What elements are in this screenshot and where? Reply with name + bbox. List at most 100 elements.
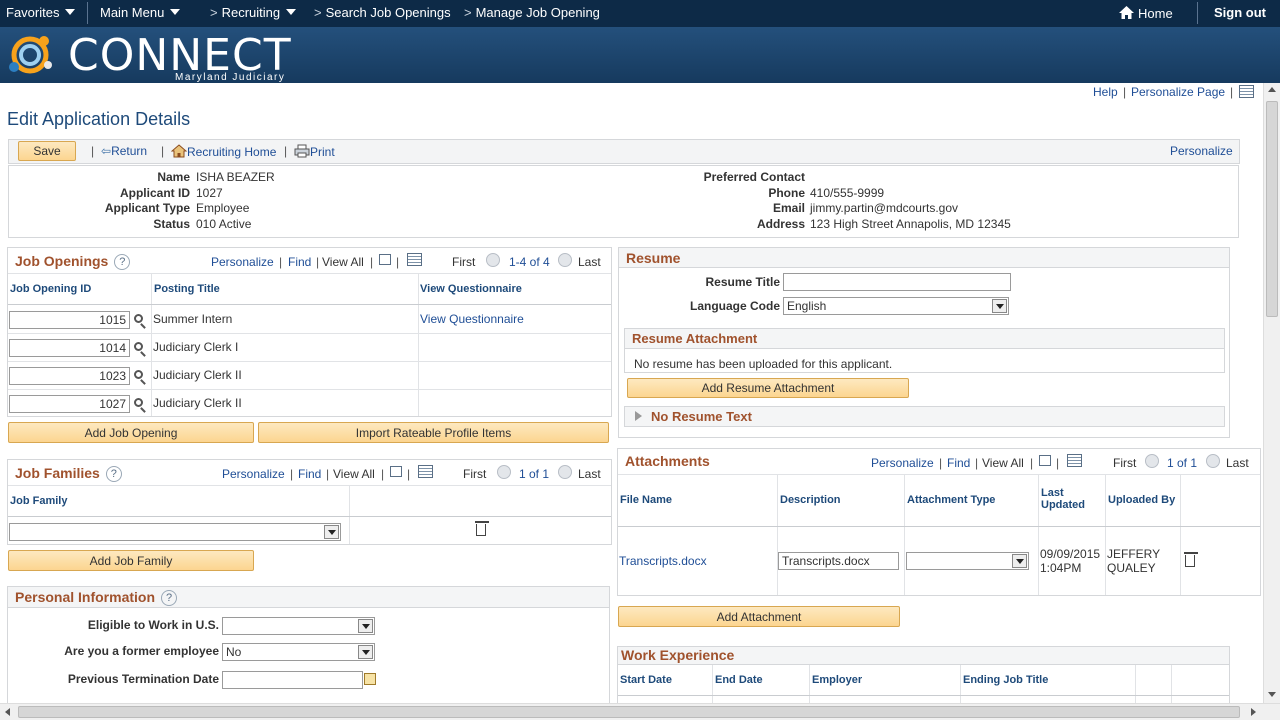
lookup-icon[interactable] xyxy=(134,314,143,323)
lookup-icon[interactable] xyxy=(134,370,143,379)
language-code-select[interactable]: English xyxy=(783,297,1009,315)
scroll-right-arrow-icon[interactable] xyxy=(1251,708,1256,716)
vertical-scroll-thumb[interactable] xyxy=(1266,101,1278,317)
help-icon[interactable]: ? xyxy=(105,466,122,482)
view-all-link[interactable]: View All xyxy=(322,255,364,269)
email-label: Email xyxy=(772,201,805,215)
termination-date-input[interactable] xyxy=(222,671,363,689)
breadcrumb-manage-job-opening[interactable]: > Manage Job Opening xyxy=(460,5,600,20)
main-menu[interactable]: Main Menu xyxy=(100,5,181,20)
breadcrumb-search-job-openings[interactable]: > Search Job Openings xyxy=(310,5,451,20)
download-grid-icon[interactable] xyxy=(407,253,422,266)
print-link[interactable]: Print xyxy=(294,144,335,159)
former-employee-label: Are you a former employee xyxy=(64,644,219,658)
job-opening-id-input[interactable]: 1027 xyxy=(9,395,130,413)
last-link[interactable]: Last xyxy=(578,255,601,269)
former-employee-select[interactable]: No xyxy=(222,643,375,661)
find-link[interactable]: Find xyxy=(288,255,311,269)
scroll-up-arrow-icon[interactable] xyxy=(1268,87,1276,92)
lookup-icon[interactable] xyxy=(134,342,143,351)
zoom-icon[interactable] xyxy=(379,254,391,265)
job-opening-id-input[interactable]: 1015 xyxy=(9,311,130,329)
personalize-link[interactable]: Personalize xyxy=(211,255,274,269)
breadcrumb-recruiting[interactable]: > Recruiting xyxy=(206,5,297,20)
scroll-left-arrow-icon[interactable] xyxy=(5,708,10,716)
separator: | xyxy=(381,467,385,481)
page-grid-icon[interactable] xyxy=(1239,85,1254,98)
job-opening-id-input[interactable]: 1023 xyxy=(9,367,130,385)
row-divider xyxy=(8,273,611,274)
add-job-family-button[interactable]: Add Job Family xyxy=(8,550,254,571)
previous-arrow-icon[interactable] xyxy=(497,465,511,479)
view-all-link[interactable]: View All xyxy=(333,467,375,481)
previous-arrow-icon[interactable] xyxy=(1145,454,1159,468)
zoom-icon[interactable] xyxy=(390,466,402,477)
zoom-icon[interactable] xyxy=(1039,455,1051,466)
job-families-title: Job Families? xyxy=(15,465,122,482)
delete-trash-icon[interactable] xyxy=(1184,552,1198,567)
previous-arrow-icon[interactable] xyxy=(486,253,500,267)
col-divider xyxy=(777,474,778,595)
job-family-select[interactable] xyxy=(9,523,341,541)
last-link[interactable]: Last xyxy=(1226,456,1249,470)
lookup-icon[interactable] xyxy=(134,398,143,407)
job-opening-id-input[interactable]: 1014 xyxy=(9,339,130,357)
col-divider xyxy=(418,273,419,416)
find-link[interactable]: Find xyxy=(947,456,970,470)
add-attachment-button[interactable]: Add Attachment xyxy=(618,606,900,627)
eligible-select[interactable] xyxy=(222,617,375,635)
personalize-page-link[interactable]: Personalize Page xyxy=(1131,85,1225,99)
delete-trash-icon[interactable] xyxy=(475,521,489,536)
import-rateable-profile-items-button[interactable]: Import Rateable Profile Items xyxy=(258,422,609,443)
personalize-link[interactable]: Personalize xyxy=(1170,144,1233,158)
top-navigation-bar: Favorites Main Menu > Recruiting > Search … xyxy=(0,0,1280,27)
calendar-icon[interactable] xyxy=(364,673,376,685)
download-grid-icon[interactable] xyxy=(418,465,433,478)
add-job-opening-button[interactable]: Add Job Opening xyxy=(8,422,254,443)
resume-title-input[interactable] xyxy=(783,273,1011,291)
favorites-menu[interactable]: Favorites xyxy=(6,5,76,20)
horizontal-scrollbar[interactable] xyxy=(0,703,1280,720)
last-link[interactable]: Last xyxy=(578,467,601,481)
sign-out-link[interactable]: Sign out xyxy=(1214,5,1266,20)
download-grid-icon[interactable] xyxy=(1067,454,1082,467)
first-link[interactable]: First xyxy=(452,255,475,269)
scroll-down-arrow-icon[interactable] xyxy=(1268,692,1276,697)
attachment-type-select[interactable] xyxy=(906,552,1029,570)
return-arrow-icon: ⇦ xyxy=(101,144,112,158)
next-arrow-icon[interactable] xyxy=(558,253,572,267)
help-icon[interactable]: ? xyxy=(114,254,131,270)
view-all-link[interactable]: View All xyxy=(982,456,1024,470)
save-button[interactable]: Save xyxy=(18,141,76,161)
no-resume-text-collapsible[interactable]: No Resume Text xyxy=(624,406,1225,427)
recruiting-home-label: Recruiting Home xyxy=(187,145,277,159)
vertical-scrollbar[interactable] xyxy=(1263,83,1280,703)
home-label: Home xyxy=(1138,6,1173,21)
personalize-link[interactable]: Personalize xyxy=(871,456,934,470)
description-input[interactable]: Transcripts.docx xyxy=(778,552,899,570)
work-experience-section: Work Experience Start Date End Date Empl… xyxy=(617,646,1230,705)
no-resume-text-title: No Resume Text xyxy=(651,409,752,424)
help-icon[interactable]: ? xyxy=(161,590,178,606)
home-link[interactable]: Home xyxy=(1118,5,1173,21)
favorites-label: Favorites xyxy=(6,5,60,20)
col-view-questionnaire: View Questionnaire xyxy=(420,283,522,295)
phone-value: 410/555-9999 xyxy=(810,186,885,200)
attachments-title: Attachments xyxy=(625,453,710,469)
first-link[interactable]: First xyxy=(1113,456,1136,470)
maryland-judiciary-subtitle: Maryland Judiciary xyxy=(175,72,286,83)
view-questionnaire-link[interactable]: View Questionnaire xyxy=(420,312,524,326)
add-resume-attachment-button[interactable]: Add Resume Attachment xyxy=(627,378,909,398)
first-link[interactable]: First xyxy=(463,467,486,481)
return-link[interactable]: ⇦Return xyxy=(101,144,147,158)
next-arrow-icon[interactable] xyxy=(558,465,572,479)
horizontal-scroll-thumb[interactable] xyxy=(18,706,1240,718)
col-divider xyxy=(151,273,152,416)
file-name-link[interactable]: Transcripts.docx xyxy=(619,554,707,568)
find-link[interactable]: Find xyxy=(298,467,321,481)
next-arrow-icon[interactable] xyxy=(1206,454,1220,468)
resume-attachment-box: Resume Attachment No resume has been upl… xyxy=(624,328,1225,373)
help-link[interactable]: Help xyxy=(1093,85,1118,99)
recruiting-home-link[interactable]: Recruiting Home xyxy=(170,144,277,159)
personalize-link[interactable]: Personalize xyxy=(222,467,285,481)
